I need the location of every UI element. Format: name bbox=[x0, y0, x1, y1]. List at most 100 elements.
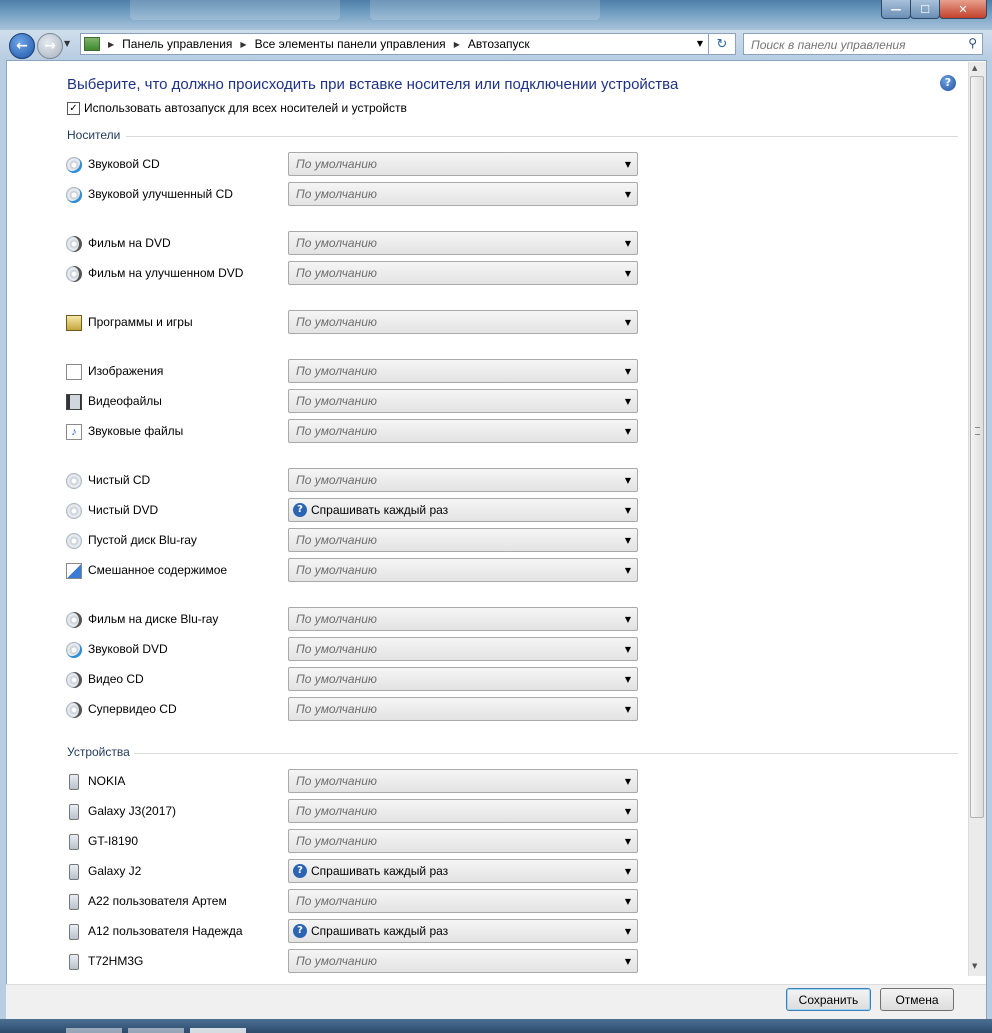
action-dropdown[interactable]: По умолчанию ▼ bbox=[288, 359, 638, 383]
dropdown-value: По умолчанию bbox=[296, 187, 377, 201]
action-dropdown[interactable]: По умолчанию ▼ bbox=[288, 667, 638, 691]
scroll-down-icon[interactable]: ▼ bbox=[972, 962, 977, 970]
chevron-down-icon[interactable]: ▼ bbox=[619, 239, 637, 248]
dropdown-value: По умолчанию bbox=[296, 642, 377, 656]
action-dropdown[interactable]: По умолчанию ▼ bbox=[288, 152, 638, 176]
breadcrumb-separator-icon: ▶ bbox=[453, 39, 460, 49]
chevron-down-icon[interactable]: ▼ bbox=[619, 675, 637, 684]
action-dropdown[interactable]: ? Спрашивать каждый раз ▼ bbox=[288, 919, 638, 943]
breadcrumb-control-panel[interactable]: Панель управления bbox=[122, 37, 232, 51]
search-box[interactable]: ⚲ bbox=[743, 33, 983, 55]
chevron-down-icon[interactable]: ▼ bbox=[619, 427, 637, 436]
chevron-down-icon[interactable]: ▼ bbox=[619, 397, 637, 406]
action-dropdown[interactable]: По умолчанию ▼ bbox=[288, 419, 638, 443]
phone-device-icon bbox=[69, 834, 79, 850]
breadcrumb-all-items[interactable]: Все элементы панели управления bbox=[255, 37, 446, 51]
chevron-down-icon[interactable]: ▼ bbox=[619, 957, 637, 966]
chevron-down-icon[interactable]: ▼ bbox=[619, 777, 637, 786]
chevron-down-icon[interactable]: ▼ bbox=[619, 536, 637, 545]
back-button[interactable]: ← bbox=[9, 33, 35, 59]
dropdown-value: По умолчанию bbox=[296, 894, 377, 908]
window-right-border bbox=[986, 60, 992, 1033]
action-dropdown[interactable]: По умолчанию ▼ bbox=[288, 607, 638, 631]
address-bar[interactable]: ▶ Панель управления ▶ Все элементы панел… bbox=[80, 33, 736, 55]
action-dropdown[interactable]: По умолчанию ▼ bbox=[288, 637, 638, 661]
chevron-down-icon[interactable]: ▼ bbox=[619, 476, 637, 485]
dvd-audio-icon bbox=[66, 642, 82, 658]
action-dropdown[interactable]: По умолчанию ▼ bbox=[288, 468, 638, 492]
breadcrumb-separator-icon: ▶ bbox=[240, 39, 247, 49]
breadcrumb-autoplay[interactable]: Автозапуск bbox=[468, 37, 530, 51]
help-icon[interactable]: ? bbox=[940, 75, 956, 91]
enhanced-audio-cd-icon bbox=[66, 187, 82, 203]
bluray-movie-icon bbox=[66, 612, 82, 628]
action-dropdown[interactable]: ? Спрашивать каждый раз ▼ bbox=[288, 498, 638, 522]
scroll-thumb[interactable] bbox=[970, 76, 984, 818]
mixed-content-icon bbox=[66, 563, 82, 579]
chevron-down-icon[interactable]: ▼ bbox=[619, 867, 637, 876]
action-dropdown[interactable]: По умолчанию ▼ bbox=[288, 697, 638, 721]
item-label: Galaxy J2 bbox=[88, 864, 142, 878]
action-dropdown[interactable]: По умолчанию ▼ bbox=[288, 829, 638, 853]
chevron-down-icon[interactable]: ▼ bbox=[619, 615, 637, 624]
back-arrow-icon: ← bbox=[16, 38, 28, 54]
dropdown-value: По умолчанию bbox=[296, 533, 377, 547]
dvd-movie-icon bbox=[66, 236, 82, 252]
minimize-button[interactable]: — bbox=[881, 0, 911, 19]
chevron-down-icon[interactable]: ▼ bbox=[619, 927, 637, 936]
search-icon[interactable]: ⚲ bbox=[968, 36, 977, 50]
action-dropdown[interactable]: По умолчанию ▼ bbox=[288, 799, 638, 823]
autoplay-checkbox[interactable]: ✓ bbox=[67, 101, 80, 115]
action-dropdown[interactable]: По умолчанию ▼ bbox=[288, 889, 638, 913]
taskbar-button[interactable] bbox=[190, 1028, 246, 1033]
address-dropdown-icon[interactable]: ▼ bbox=[697, 39, 703, 48]
action-dropdown[interactable]: По умолчанию ▼ bbox=[288, 310, 638, 334]
media-section-title: Носители bbox=[67, 128, 121, 142]
item-label: Чистый CD bbox=[88, 473, 151, 487]
action-dropdown[interactable]: По умолчанию ▼ bbox=[288, 528, 638, 552]
search-input[interactable] bbox=[749, 35, 963, 55]
chevron-down-icon[interactable]: ▼ bbox=[619, 837, 637, 846]
chevron-down-icon[interactable]: ▼ bbox=[619, 705, 637, 714]
item-label: Звуковой улучшенный CD bbox=[88, 187, 233, 201]
phone-device-icon bbox=[69, 894, 79, 910]
action-dropdown[interactable]: ? Спрашивать каждый раз ▼ bbox=[288, 859, 638, 883]
action-dropdown[interactable]: По умолчанию ▼ bbox=[288, 949, 638, 973]
maximize-button[interactable]: ☐ bbox=[910, 0, 940, 19]
chevron-down-icon[interactable]: ▼ bbox=[619, 190, 637, 199]
save-button[interactable]: Сохранить bbox=[786, 988, 871, 1011]
taskbar-button[interactable] bbox=[128, 1028, 184, 1033]
dropdown-value: По умолчанию bbox=[296, 394, 377, 408]
action-dropdown[interactable]: По умолчанию ▼ bbox=[288, 261, 638, 285]
scroll-grip-icon bbox=[975, 427, 980, 435]
dropdown-value: Спрашивать каждый раз bbox=[311, 864, 449, 878]
action-dropdown[interactable]: По умолчанию ▼ bbox=[288, 231, 638, 255]
forward-button[interactable]: → bbox=[37, 33, 63, 59]
recent-pages-dropdown[interactable]: ▼ bbox=[64, 39, 70, 48]
refresh-icon[interactable]: ↻ bbox=[708, 34, 735, 54]
chevron-down-icon[interactable]: ▼ bbox=[619, 318, 637, 327]
item-label: Видео CD bbox=[88, 672, 144, 686]
action-dropdown[interactable]: По умолчанию ▼ bbox=[288, 389, 638, 413]
video-cd-icon bbox=[66, 672, 82, 688]
chevron-down-icon[interactable]: ▼ bbox=[619, 506, 637, 515]
scroll-up-icon[interactable]: ▲ bbox=[972, 64, 977, 72]
control-panel-icon bbox=[84, 37, 100, 51]
chevron-down-icon[interactable]: ▼ bbox=[619, 269, 637, 278]
autoplay-checkbox-row[interactable]: ✓ Использовать автозапуск для всех носит… bbox=[67, 101, 407, 115]
taskbar-button[interactable] bbox=[66, 1028, 122, 1033]
action-dropdown[interactable]: По умолчанию ▼ bbox=[288, 182, 638, 206]
action-dropdown[interactable]: По умолчанию ▼ bbox=[288, 558, 638, 582]
dropdown-value: По умолчанию bbox=[296, 473, 377, 487]
chevron-down-icon[interactable]: ▼ bbox=[619, 897, 637, 906]
vertical-scrollbar[interactable]: ▲ ▼ bbox=[968, 62, 986, 976]
chevron-down-icon[interactable]: ▼ bbox=[619, 160, 637, 169]
chevron-down-icon[interactable]: ▼ bbox=[619, 807, 637, 816]
chevron-down-icon[interactable]: ▼ bbox=[619, 566, 637, 575]
action-dropdown[interactable]: По умолчанию ▼ bbox=[288, 769, 638, 793]
chevron-down-icon[interactable]: ▼ bbox=[619, 367, 637, 376]
chevron-down-icon[interactable]: ▼ bbox=[619, 645, 637, 654]
cancel-button[interactable]: Отмена bbox=[880, 988, 954, 1011]
item-label: Фильм на DVD bbox=[88, 236, 171, 250]
close-button[interactable]: ✕ bbox=[939, 0, 987, 19]
